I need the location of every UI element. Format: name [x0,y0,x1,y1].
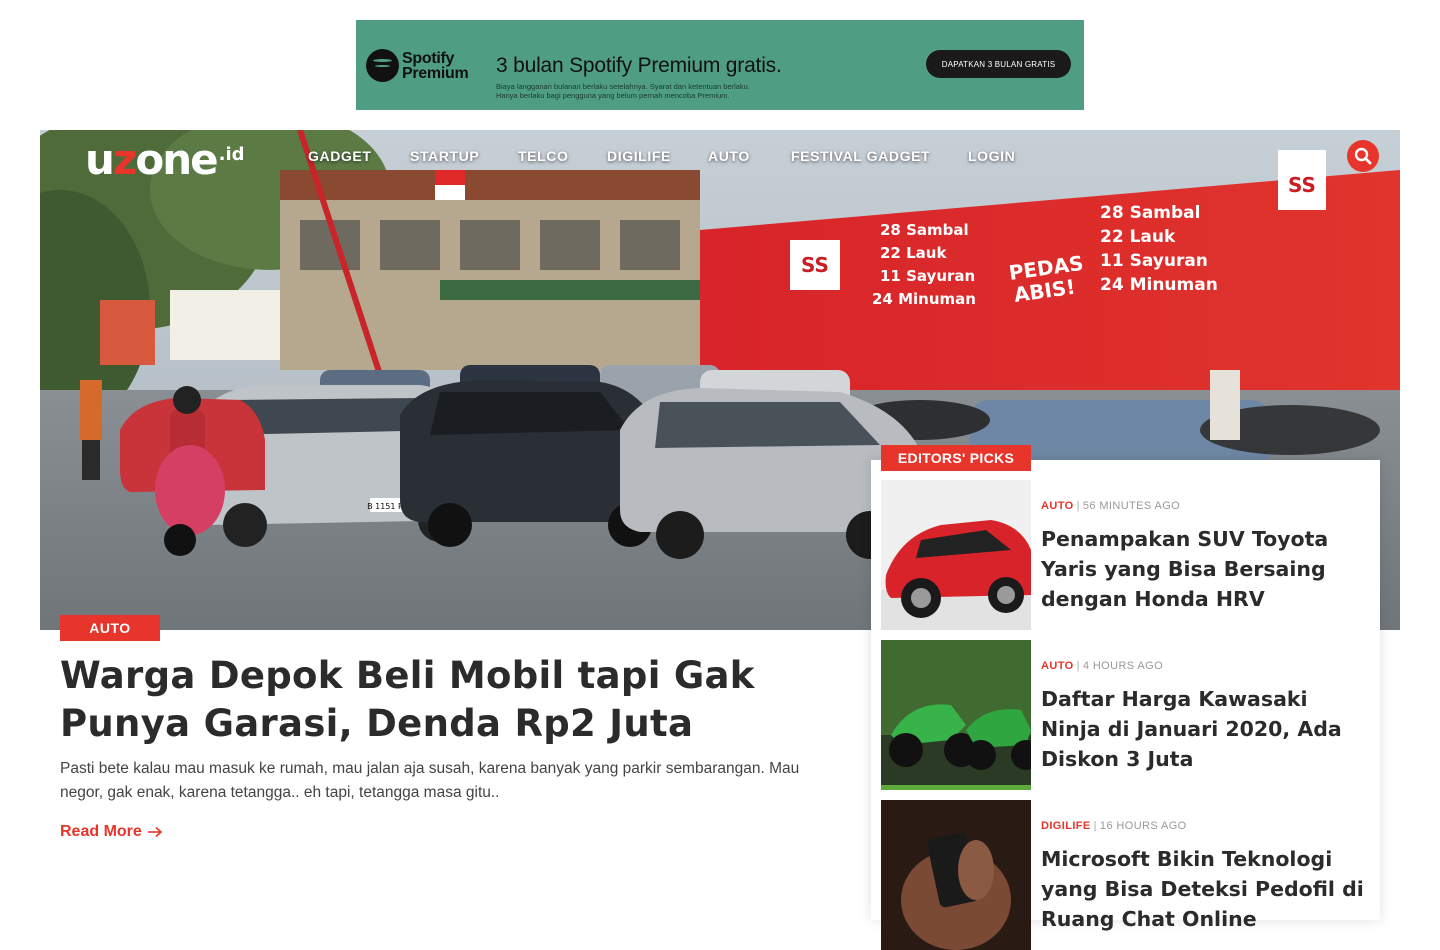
sign-logo-left: SS [801,253,829,277]
nav-festival-gadget[interactable]: FESTIVAL GADGET [791,148,930,164]
pick-meta: AUTO | 4 HOURS AGO [1041,660,1163,672]
pick-meta: DIGILIFE | 16 HOURS AGO [1041,820,1187,832]
nav-startup[interactable]: STARTUP [410,148,479,164]
phone-hand-image [881,800,1031,950]
ad-brand-line1: Spotify [402,49,455,67]
pick-category[interactable]: AUTO [1041,500,1074,512]
ad-fine-print: Biaya langganan bulanan berlaku setelahn… [496,82,836,100]
sign-line-1b: 28 Sambal [1100,203,1200,223]
pick-time: 16 HOURS AGO [1099,820,1187,832]
pick-time: 56 MINUTES AGO [1082,500,1181,512]
editors-pick-item[interactable]: AUTO | 4 HOURS AGO Daftar Harga Kawasaki N… [881,640,1371,790]
sign-line-3: 11 Sayuran [880,267,975,285]
logo-letter-z: z [112,135,137,184]
spotify-logo: Spotify Premium [366,49,469,82]
ad-headline: 3 bulan Spotify Premium gratis. [496,54,782,77]
pick-thumbnail[interactable] [881,800,1031,950]
spotify-icon [366,49,399,82]
editors-picks-label: EDITORS' PICKS [881,445,1031,471]
nav-gadget[interactable]: GADGET [308,148,372,164]
spotify-wordmark: Spotify Premium [402,49,469,82]
site-logo[interactable]: uzone .id [85,139,245,181]
pick-separator: | [1076,660,1080,672]
pick-title[interactable]: Microsoft Bikin Teknologi yang Bisa Dete… [1041,844,1366,934]
nav-telco[interactable]: TELCO [518,148,568,164]
pick-separator: | [1076,500,1080,512]
ad-brand-line2: Premium [402,64,469,82]
pick-time: 4 HOURS AGO [1082,660,1164,672]
nav-auto[interactable]: AUTO [708,148,750,164]
article-category-badge[interactable]: AUTO [60,615,160,641]
search-button[interactable] [1347,140,1379,172]
sign-line-4: 24 Minuman [872,290,976,308]
ad-fine-print-2: Hanya berlaku bagi pengguna yang belum p… [496,91,730,100]
pick-category[interactable]: AUTO [1041,660,1074,672]
editors-pick-item[interactable]: AUTO | 56 MINUTES AGO Penampakan SUV Toyot… [881,480,1371,630]
sign-logo-right: SS [1288,173,1316,197]
pick-thumbnail[interactable] [881,640,1031,790]
pick-title[interactable]: Penampakan SUV Toyota Yaris yang Bisa Be… [1041,524,1366,614]
pick-thumbnail[interactable] [881,480,1031,630]
logo-letter-u: u [85,135,115,184]
sign-line-3b: 11 Sayuran [1100,251,1208,271]
search-icon [1354,147,1372,165]
logo-letters-one: one [135,135,218,184]
nav-digilife[interactable]: DIGILIFE [607,148,671,164]
read-more-label: Read More [60,823,142,840]
logo-tld: .id [218,144,245,165]
pick-category[interactable]: DIGILIFE [1041,820,1091,832]
sign-line-2: 22 Lauk [880,244,947,262]
article-headline[interactable]: Warga Depok Beli Mobil tapi Gak Punya Ga… [60,652,840,748]
sign-line-1: 28 Sambal [880,221,969,239]
logo-wordmark: uzone [85,139,219,181]
sign-line-4b: 24 Minuman [1100,275,1218,295]
kawasaki-ninja-image [881,640,1031,790]
pick-separator: | [1093,820,1097,832]
editors-pick-item[interactable]: DIGILIFE | 16 HOURS AGO Microsoft Bikin Te… [881,800,1371,950]
ad-cta-button[interactable]: DAPATKAN 3 BULAN GRATIS [926,50,1071,78]
pick-meta: AUTO | 56 MINUTES AGO [1041,500,1180,512]
nav-login[interactable]: LOGIN [968,148,1015,164]
arrow-right-icon [147,826,162,838]
article-excerpt: Pasti bete kalau mau masuk ke rumah, mau… [60,760,800,801]
toyota-suv-image [881,480,1031,630]
sign-line-2b: 22 Lauk [1100,227,1176,247]
ad-fine-print-1: Biaya langganan bulanan berlaku setelahn… [496,82,750,91]
ad-banner[interactable]: Spotify Premium 3 bulan Spotify Premium … [356,20,1084,110]
read-more-link[interactable]: Read More [60,823,163,841]
pick-title[interactable]: Daftar Harga Kawasaki Ninja di Januari 2… [1041,684,1366,774]
